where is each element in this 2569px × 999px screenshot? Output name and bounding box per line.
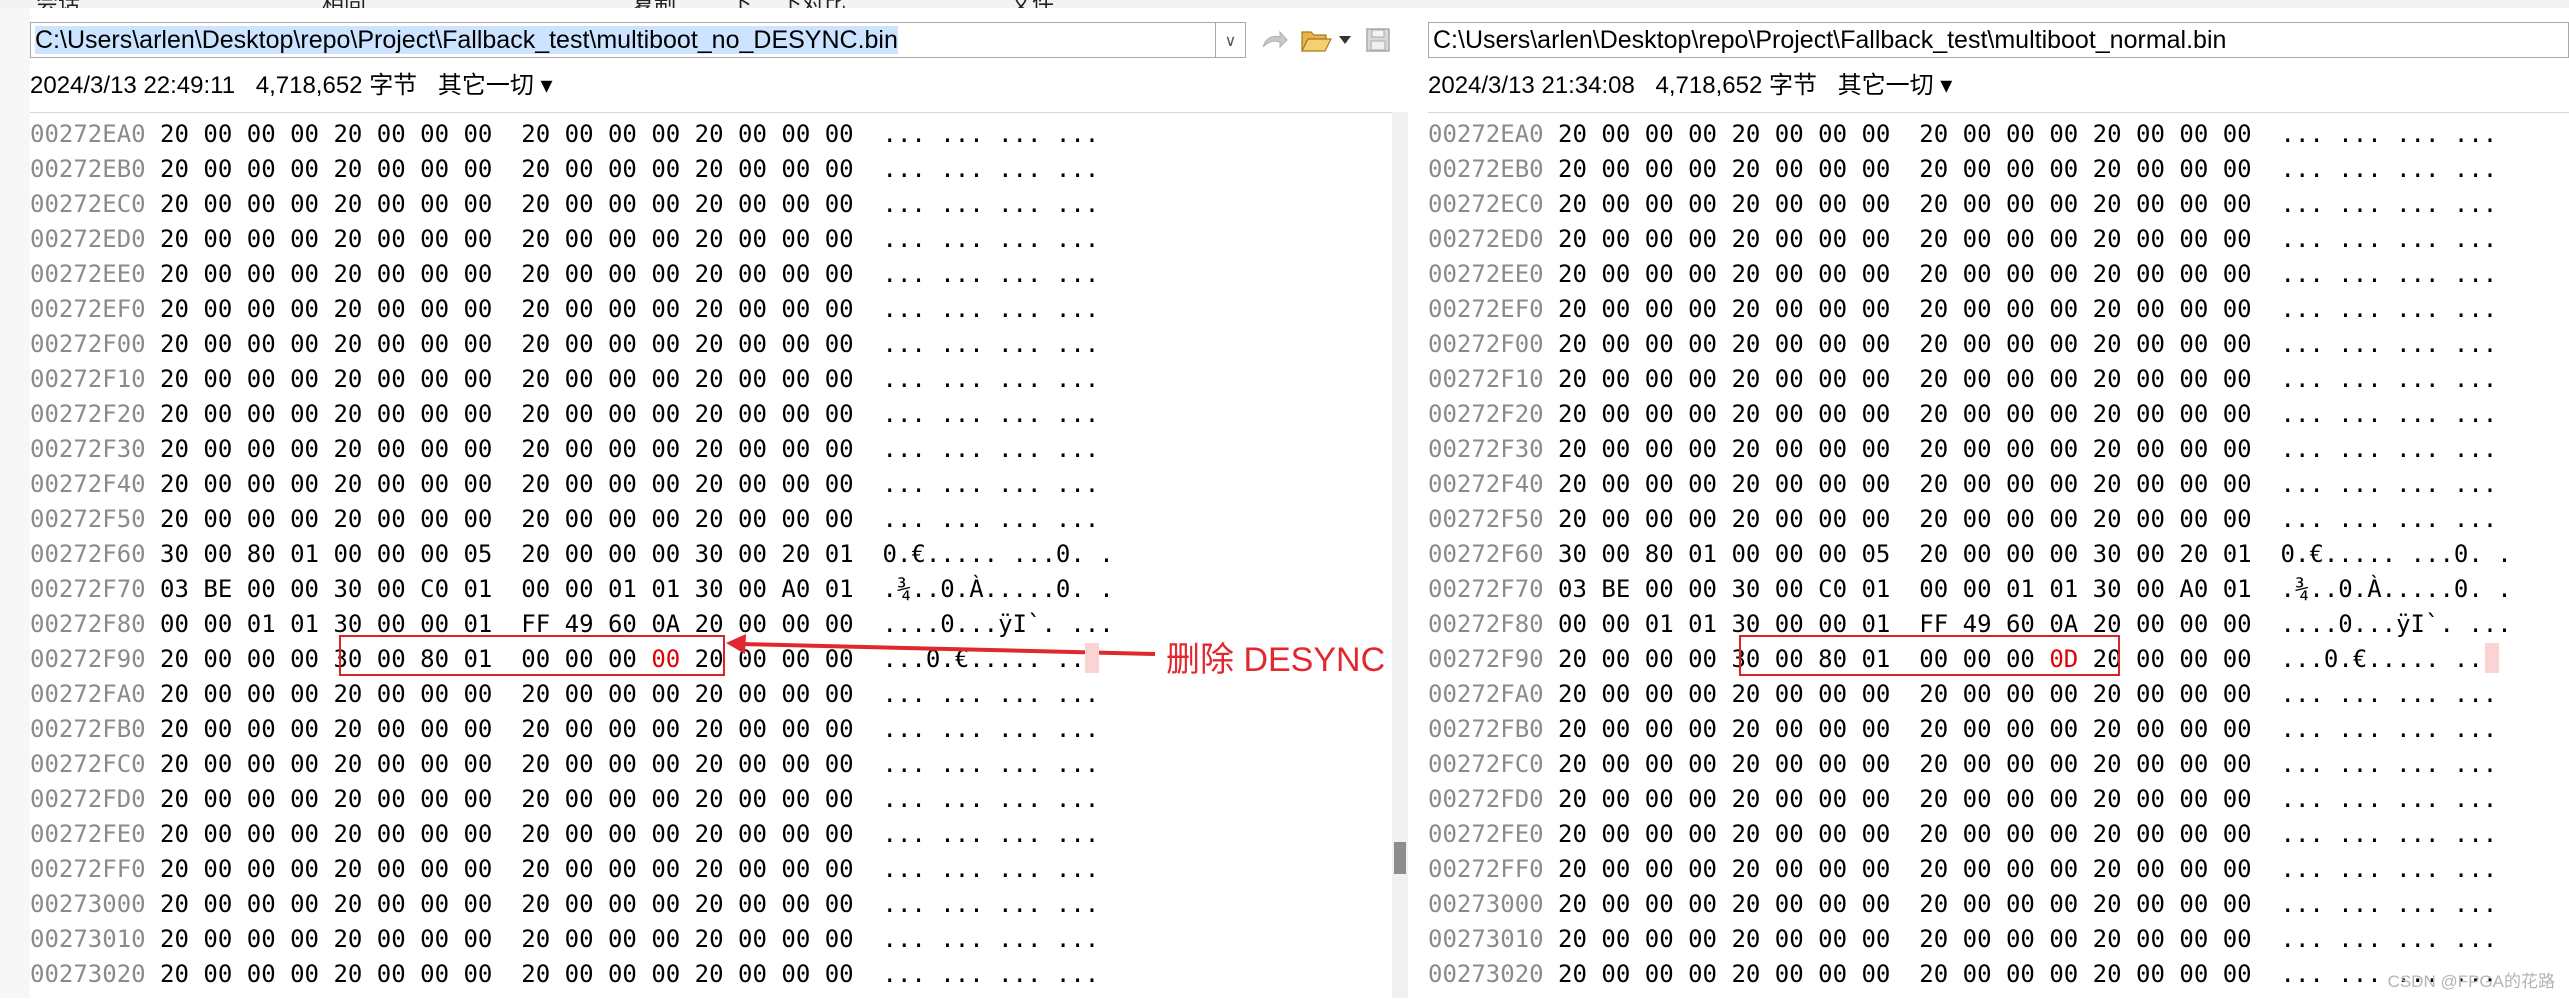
right-ascii-diff-marker (2485, 643, 2499, 673)
annotation-arrow (726, 634, 1156, 656)
left-ascii-diff-marker (1085, 643, 1099, 673)
watermark: CSDN @FPGA的花路 (2387, 972, 2555, 991)
annotation-label: 删除 DESYNC (1166, 641, 1386, 679)
